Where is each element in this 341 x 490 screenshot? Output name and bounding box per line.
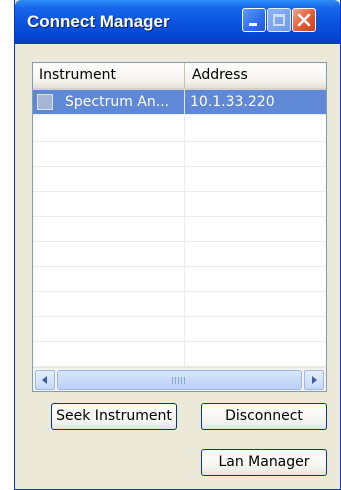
list-body: Spectrum An... 10.1.33.220 — [33, 90, 326, 367]
close-button[interactable] — [292, 8, 316, 32]
empty-row — [33, 292, 326, 317]
horizontal-scrollbar[interactable] — [33, 367, 326, 391]
empty-cell — [33, 142, 184, 166]
empty-cell — [33, 117, 184, 141]
lan-manager-button[interactable]: Lan Manager — [201, 449, 327, 476]
disconnect-button[interactable]: Disconnect — [201, 403, 327, 430]
empty-cell — [184, 317, 326, 341]
empty-cell — [33, 267, 184, 291]
maximize-button[interactable] — [267, 8, 291, 32]
empty-cell — [184, 242, 326, 266]
empty-cell — [33, 217, 184, 241]
instrument-icon — [37, 94, 53, 110]
window-title: Connect Manager — [27, 12, 170, 31]
empty-cell — [33, 167, 184, 191]
empty-cell — [184, 142, 326, 166]
column-header-address[interactable]: Address — [184, 63, 326, 88]
empty-cell — [184, 267, 326, 291]
scroll-left-button[interactable] — [35, 370, 55, 390]
scroll-right-icon — [312, 376, 317, 384]
empty-row — [33, 167, 326, 192]
table-row[interactable]: Spectrum An... 10.1.33.220 — [33, 90, 326, 115]
empty-cell — [33, 342, 184, 366]
scroll-right-button[interactable] — [304, 370, 324, 390]
empty-row — [33, 242, 326, 267]
minimize-button[interactable] — [242, 8, 266, 32]
empty-cell — [33, 292, 184, 316]
empty-cell — [184, 217, 326, 241]
empty-row — [33, 117, 326, 142]
grip-icon — [172, 377, 186, 384]
close-icon — [297, 13, 311, 27]
empty-cell — [184, 167, 326, 191]
empty-cell — [33, 317, 184, 341]
empty-cell — [184, 342, 326, 366]
cell-instrument: Spectrum An... — [33, 90, 184, 114]
maximize-icon — [273, 14, 285, 26]
title-bar[interactable]: Connect Manager — [15, 0, 340, 44]
empty-cell — [184, 117, 326, 141]
empty-row — [33, 267, 326, 292]
scrollbar-thumb[interactable] — [57, 370, 302, 390]
scroll-left-icon — [42, 376, 47, 384]
empty-row — [33, 217, 326, 242]
column-header-instrument[interactable]: Instrument — [33, 63, 184, 88]
cell-address: 10.1.33.220 — [184, 90, 326, 114]
empty-cell — [184, 192, 326, 216]
instrument-list[interactable]: Instrument Address Spectrum An... 10.1.3… — [32, 62, 327, 392]
empty-row — [33, 142, 326, 167]
minimize-icon — [249, 23, 257, 26]
seek-instrument-button[interactable]: Seek Instrument — [51, 403, 177, 430]
instrument-name: Spectrum An... — [65, 94, 170, 110]
empty-cell — [33, 242, 184, 266]
connect-manager-window: Connect Manager Instrument Address Spect… — [14, 0, 341, 490]
empty-row — [33, 342, 326, 367]
empty-row — [33, 317, 326, 342]
list-header: Instrument Address — [33, 63, 326, 90]
empty-cell — [33, 192, 184, 216]
empty-row — [33, 192, 326, 217]
empty-cell — [184, 292, 326, 316]
